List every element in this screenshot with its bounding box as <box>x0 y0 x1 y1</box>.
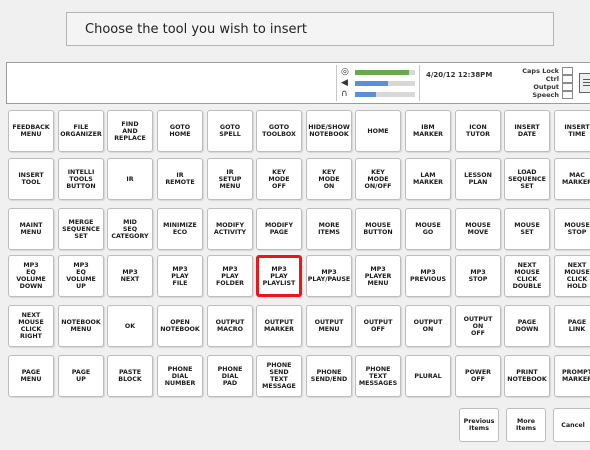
tool-tile[interactable]: IR <box>107 158 153 200</box>
tool-tile[interactable]: NEXT MOUSE CLICK HOLD <box>554 255 590 297</box>
prompt-bar: Choose the tool you wish to insert <box>66 12 554 46</box>
speech-indicator: Speech <box>509 91 573 99</box>
tool-tile[interactable]: MODIFY ACTIVITY <box>207 208 253 250</box>
cancel-button[interactable]: Cancel <box>553 408 590 442</box>
tool-tile[interactable]: MODIFY PAGE <box>256 208 302 250</box>
tool-tile[interactable]: MP3 PLAYER MENU <box>355 255 401 297</box>
speaker-icon: ◀ <box>341 78 348 88</box>
ctrl-indicator: Ctrl <box>509 75 573 83</box>
datetime: 4/20/12 12:38PM <box>426 71 493 79</box>
tool-tile[interactable]: LOAD SEQUENCE SET <box>504 158 550 200</box>
tool-tile[interactable]: INSERT DATE <box>504 110 550 152</box>
tool-tile[interactable]: NEXT MOUSE CLICK RIGHT <box>8 305 54 347</box>
headphones-meter: ∩ <box>341 89 415 99</box>
tool-tile[interactable]: FILE ORGANIZER <box>58 110 104 152</box>
tool-tile[interactable]: GOTO HOME <box>157 110 203 152</box>
tool-tile[interactable]: PHONE TEXT MESSAGES <box>355 355 401 397</box>
tool-tile[interactable]: PHONE DIAL NUMBER <box>157 355 203 397</box>
tool-tile[interactable]: LAM MARKER <box>405 158 451 200</box>
tool-tile[interactable]: PAGE DOWN <box>504 305 550 347</box>
tool-tile[interactable]: OUTPUT MARKER <box>256 305 302 347</box>
tool-tile[interactable]: MP3 PLAY FOLDER <box>207 255 253 297</box>
tool-tile[interactable]: MOUSE BUTTON <box>355 208 401 250</box>
tool-tile[interactable]: PLURAL <box>405 355 451 397</box>
tool-tile[interactable]: ICON TUTOR <box>455 110 501 152</box>
tool-tile[interactable]: PAGE UP <box>58 355 104 397</box>
tool-tile[interactable]: MOUSE GO <box>405 208 451 250</box>
tool-tile[interactable]: OK <box>107 305 153 347</box>
tool-tile[interactable]: PRINT NOTEBOOK <box>504 355 550 397</box>
tool-tile[interactable]: MP3 PLAY PLAYLIST <box>256 255 302 297</box>
tool-tile[interactable]: PASTE BLOCK <box>107 355 153 397</box>
tool-tile[interactable]: MOUSE MOVE <box>455 208 501 250</box>
tool-tile[interactable]: POWER OFF <box>455 355 501 397</box>
tool-tile[interactable]: KEY MODE ON <box>306 158 352 200</box>
tool-tile[interactable]: PAGE MENU <box>8 355 54 397</box>
tool-tile[interactable]: MAINT MENU <box>8 208 54 250</box>
output-indicator: Output <box>509 83 573 91</box>
status-indicators: Caps Lock Ctrl Output Speech <box>509 67 573 99</box>
tool-tile[interactable]: MINIMIZE ECO <box>157 208 203 250</box>
tool-tile[interactable]: PHONE DIAL PAD <box>207 355 253 397</box>
tool-tile[interactable]: MP3 NEXT <box>107 255 153 297</box>
tool-tile[interactable]: NEXT MOUSE CLICK DOUBLE <box>504 255 550 297</box>
tool-tile[interactable]: HOME <box>355 110 401 152</box>
tool-tile[interactable]: HIDE/SHOW NOTEBOOK <box>306 110 352 152</box>
tool-tile[interactable]: MAC MARKER <box>554 158 590 200</box>
status-strip: ◎ ◀ ∩ 4/20/12 12:38PM Caps Lock Ctrl Out… <box>6 62 590 104</box>
headphones-icon: ∩ <box>341 89 348 99</box>
tool-tile[interactable]: INSERT TOOL <box>8 158 54 200</box>
tool-tile[interactable]: IBM MARKER <box>405 110 451 152</box>
tool-tile[interactable]: MP3 PLAY/PAUSE <box>306 255 352 297</box>
tool-tile[interactable]: OUTPUT ON OFF <box>455 305 501 347</box>
tool-tile[interactable]: MOUSE STOP <box>554 208 590 250</box>
caps-lock-indicator: Caps Lock <box>509 67 573 75</box>
speaker-meter: ◀ <box>341 78 415 88</box>
tool-tile[interactable]: OPEN NOTEBOOK <box>157 305 203 347</box>
tool-tile[interactable]: MP3 EQ VOLUME UP <box>58 255 104 297</box>
tool-tile[interactable]: MP3 STOP <box>455 255 501 297</box>
tool-tile[interactable]: MP3 PREVIOUS <box>405 255 451 297</box>
tool-tile[interactable]: KEY MODE ON/OFF <box>355 158 401 200</box>
tool-tile[interactable]: GOTO TOOLBOX <box>256 110 302 152</box>
tool-tile[interactable]: NOTEBOOK MENU <box>58 305 104 347</box>
tool-tile[interactable]: IR SETUP MENU <box>207 158 253 200</box>
tool-tile[interactable]: LESSON PLAN <box>455 158 501 200</box>
tool-tile[interactable]: MORE ITEMS <box>306 208 352 250</box>
tool-tile[interactable]: OUTPUT MACRO <box>207 305 253 347</box>
tool-tile[interactable]: OUTPUT MENU <box>306 305 352 347</box>
tool-tile[interactable]: OUTPUT ON <box>405 305 451 347</box>
keyboard-icon[interactable] <box>579 73 590 93</box>
tool-tile[interactable]: MP3 PLAY FILE <box>157 255 203 297</box>
prompt-text: Choose the tool you wish to insert <box>85 21 307 37</box>
tool-tile[interactable]: INSERT TIME <box>554 110 590 152</box>
tool-tile[interactable]: PROMPT MARKER <box>554 355 590 397</box>
microphone-meter: ◎ <box>341 67 415 77</box>
tool-tile[interactable]: MP3 EQ VOLUME DOWN <box>8 255 54 297</box>
tool-tile[interactable]: IR REMOTE <box>157 158 203 200</box>
tool-tile[interactable]: FEEDBACK MENU <box>8 110 54 152</box>
tool-tile[interactable]: PHONE SEND/END <box>306 355 352 397</box>
more-items-button[interactable]: More Items <box>506 408 546 442</box>
tool-tile[interactable]: PAGE LINK <box>554 305 590 347</box>
tool-tile[interactable]: GOTO SPELL <box>207 110 253 152</box>
tool-tile[interactable]: MERGE SEQUENCE SET <box>58 208 104 250</box>
tool-tile[interactable]: PHONE SEND TEXT MESSAGE <box>256 355 302 397</box>
tool-tile[interactable]: KEY MODE OFF <box>256 158 302 200</box>
tool-tile[interactable]: MID SEQ CATEGORY <box>107 208 153 250</box>
previous-items-button[interactable]: Previous Items <box>459 408 499 442</box>
tool-tile[interactable]: INTELLI TOOLS BUTTON <box>58 158 104 200</box>
microphone-icon: ◎ <box>341 67 349 77</box>
tool-tile[interactable]: OUTPUT OFF <box>355 305 401 347</box>
tool-tile[interactable]: FIND AND REPLACE <box>107 110 153 152</box>
tool-tile[interactable]: MOUSE SET <box>504 208 550 250</box>
audio-meters: ◎ ◀ ∩ <box>336 65 420 101</box>
